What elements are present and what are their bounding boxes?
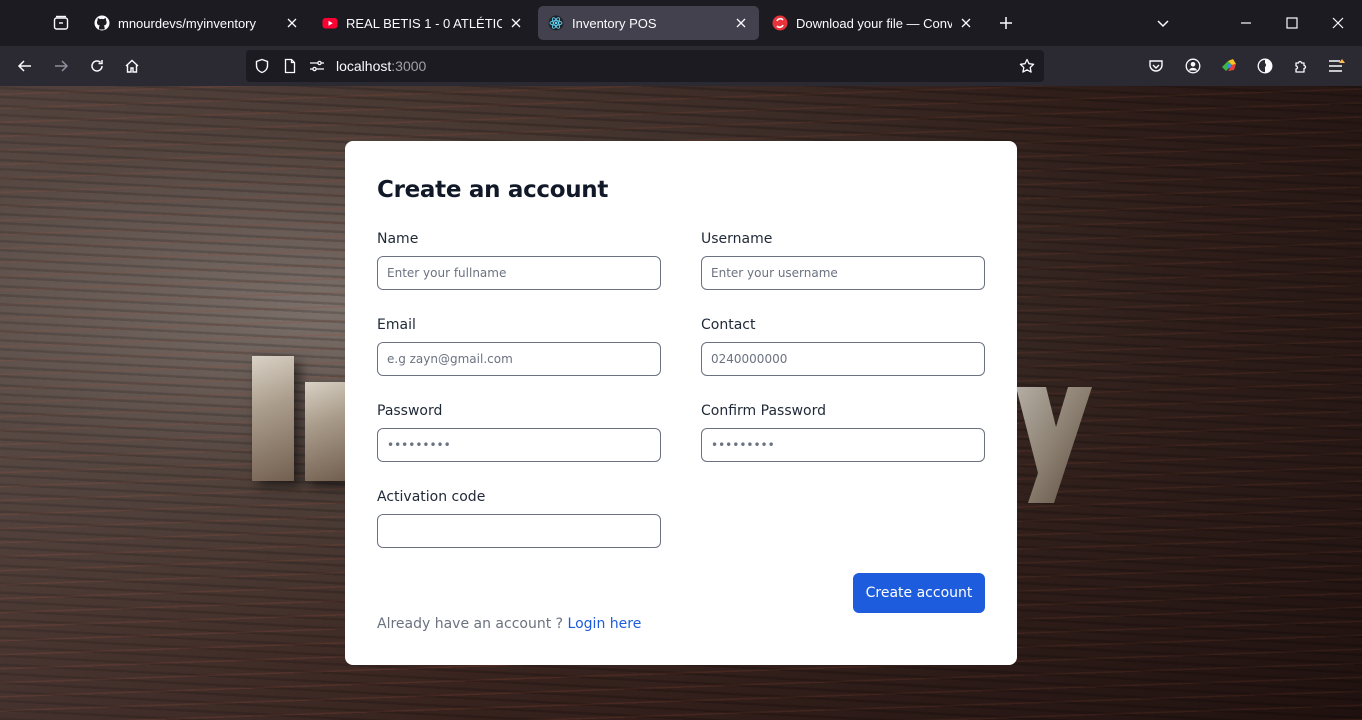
pocket-icon	[1149, 60, 1163, 72]
activation-code-field-group: Activation code	[377, 489, 661, 548]
close-icon	[1332, 17, 1344, 29]
url-host: localhost	[336, 58, 392, 74]
name-label: Name	[377, 231, 419, 247]
new-tab-button[interactable]	[994, 11, 1018, 35]
tab-convertio[interactable]: Download your file — Convertio	[762, 6, 984, 40]
list-all-tabs-button[interactable]	[1151, 11, 1175, 35]
contact-field-group: Contact	[701, 317, 985, 376]
tab-inventory-pos[interactable]: Inventory POS	[538, 6, 759, 40]
close-icon[interactable]	[284, 15, 300, 31]
username-input[interactable]	[701, 256, 985, 290]
password-label: Password	[377, 403, 443, 419]
close-icon[interactable]	[733, 15, 749, 31]
background-letter-left	[305, 382, 347, 481]
back-button[interactable]	[12, 53, 38, 79]
menu-button[interactable]	[1325, 54, 1349, 78]
firefox-view-icon	[53, 15, 69, 30]
tab-title: REAL BETIS 1 - 0 ATLÉTICO DE M	[346, 15, 502, 31]
page-title: Create an account	[377, 177, 609, 203]
firefox-view-button[interactable]	[44, 8, 78, 38]
tracking-protection-shield-icon[interactable]	[253, 57, 271, 75]
dark-reader-icon	[1257, 58, 1273, 74]
tab-title: Download your file — Convertio	[796, 15, 952, 31]
contact-input[interactable]	[701, 342, 985, 376]
email-label: Email	[377, 317, 416, 333]
github-icon	[94, 15, 110, 31]
maximize-button[interactable]	[1280, 11, 1304, 35]
extension-colorful-icon	[1222, 59, 1236, 71]
account-button[interactable]	[1181, 54, 1205, 78]
home-icon	[125, 59, 139, 73]
youtube-icon	[322, 15, 338, 31]
create-account-button[interactable]: Create account	[853, 573, 985, 613]
chevron-down-icon	[1157, 20, 1169, 28]
email-field-group: Email	[377, 317, 661, 376]
name-input[interactable]	[377, 256, 661, 290]
tab-youtube[interactable]: REAL BETIS 1 - 0 ATLÉTICO DE M	[312, 6, 534, 40]
background-letter-left	[252, 356, 294, 481]
username-field-group: Username	[701, 231, 985, 290]
arrow-right-icon	[55, 60, 69, 72]
password-input[interactable]	[377, 428, 661, 462]
minimize-button[interactable]	[1234, 11, 1258, 35]
login-link[interactable]: Login here	[568, 616, 642, 632]
confirm-password-label: Confirm Password	[701, 403, 827, 419]
convertio-icon	[772, 15, 788, 31]
close-window-button[interactable]	[1326, 11, 1350, 35]
activation-code-input[interactable]	[377, 514, 661, 548]
url-text[interactable]: localhost:3000	[336, 58, 426, 74]
account-icon	[1185, 58, 1201, 74]
arrow-left-icon	[17, 60, 31, 72]
contact-label: Contact	[701, 317, 756, 333]
password-field-group: Password	[377, 403, 661, 462]
name-field-group: Name	[377, 231, 661, 290]
navigation-toolbar: localhost:3000	[0, 46, 1362, 86]
extension-colorful-button[interactable]	[1217, 54, 1241, 78]
permissions-icon[interactable]	[308, 57, 326, 75]
react-icon	[548, 15, 564, 31]
signup-card: Create an account Name Username Email Co…	[345, 141, 1017, 665]
dark-reader-button[interactable]	[1253, 54, 1277, 78]
minimize-icon	[1241, 22, 1251, 24]
confirm-password-input[interactable]	[701, 428, 985, 462]
close-icon[interactable]	[508, 15, 524, 31]
page-background: Create an account Name Username Email Co…	[0, 86, 1362, 720]
username-label: Username	[701, 231, 773, 247]
extensions-button[interactable]	[1289, 54, 1313, 78]
bookmark-star-icon[interactable]	[1018, 57, 1036, 75]
plus-icon	[1000, 17, 1012, 29]
background-letter-right	[1016, 387, 1092, 503]
pocket-button[interactable]	[1144, 54, 1168, 78]
forward-button[interactable]	[48, 53, 74, 79]
url-bar[interactable]: localhost:3000	[246, 50, 1044, 82]
login-prompt: Already have an account ? Login here	[377, 616, 641, 632]
home-button[interactable]	[119, 53, 145, 79]
reload-icon	[91, 60, 103, 72]
tab-title: Inventory POS	[572, 15, 657, 31]
tab-title: mnourdevs/myinventory	[118, 15, 256, 31]
login-prompt-text: Already have an account ?	[377, 616, 564, 632]
reload-button[interactable]	[84, 53, 110, 79]
close-icon[interactable]	[958, 15, 974, 31]
maximize-icon	[1286, 17, 1298, 29]
email-input[interactable]	[377, 342, 661, 376]
confirm-password-field-group: Confirm Password	[701, 403, 985, 462]
tab-github[interactable]: mnourdevs/myinventory	[84, 6, 310, 40]
page-icon[interactable]	[281, 57, 299, 75]
tab-strip: mnourdevs/myinventory REAL BETIS 1 - 0 A…	[0, 0, 1362, 46]
activation-code-label: Activation code	[377, 489, 486, 505]
hamburger-menu-icon	[1329, 59, 1345, 72]
url-port: :3000	[391, 58, 427, 74]
puzzle-icon	[1295, 60, 1307, 73]
